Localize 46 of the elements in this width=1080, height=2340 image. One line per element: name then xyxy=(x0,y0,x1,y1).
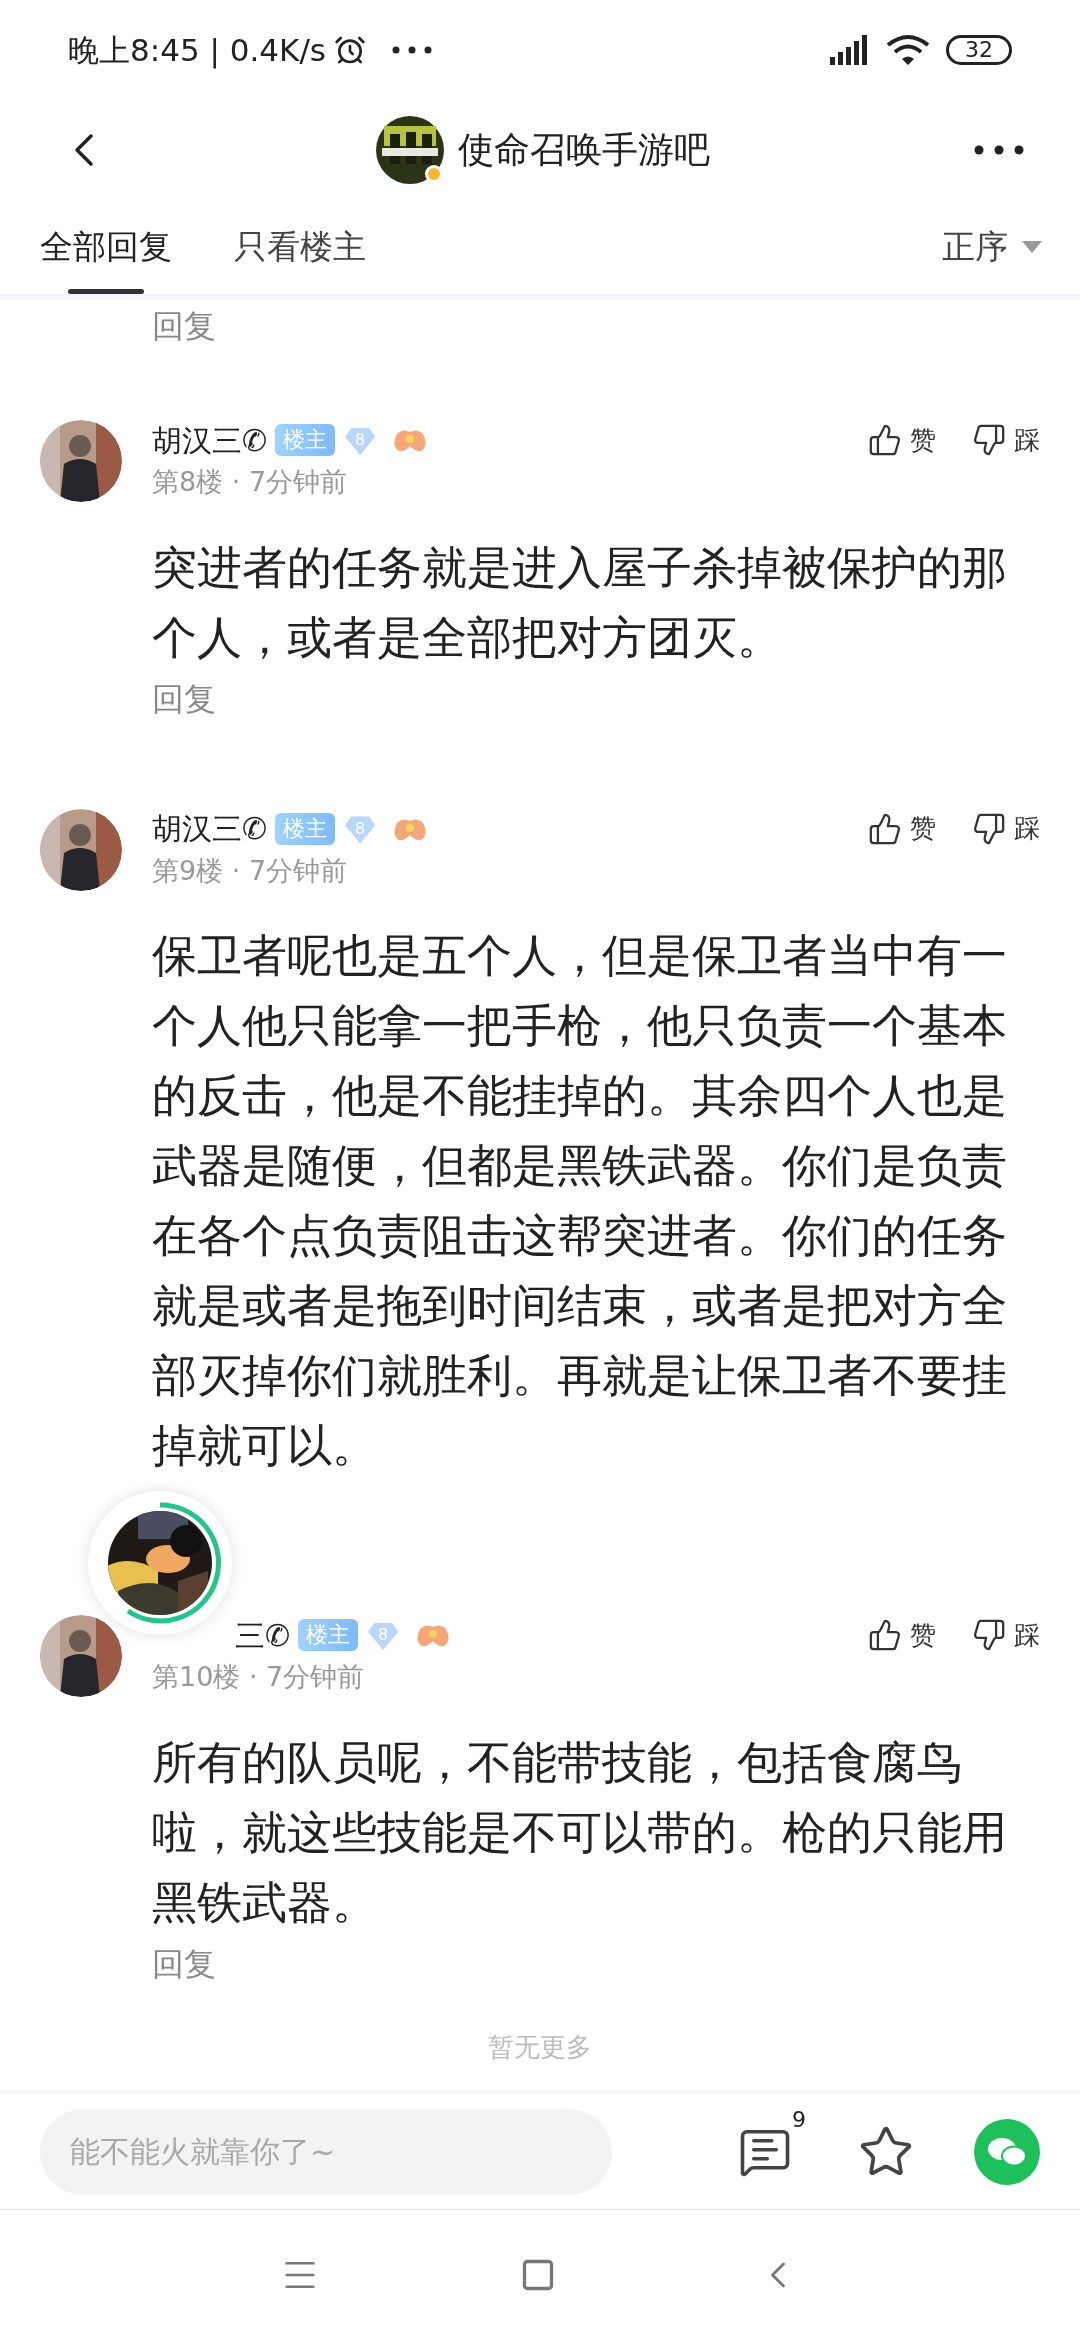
post-content: 保卫者呢也是五个人，但是保卫者当中有一个人他只能拿一把手枪，他只负责一个基本的反击，他是不能挂掉的。其余四个人也是武器是随便，但都是黑铁武器。你们是负责在各个点负责阻击这帮突进者。你们的任务就是或者是拖到时间结束，或者是把对方全部灭掉你们就胜利。再就是让保卫者不要挂掉就可以。 xyxy=(152,928,1008,1474)
post-meta: 第8楼 · 7分钟前 xyxy=(152,465,349,499)
wifi-icon xyxy=(886,33,930,67)
author-tag: 楼主 xyxy=(275,424,336,456)
thumbs-down-icon xyxy=(972,811,1006,846)
post-meta: 第10楼 · 7分钟前 xyxy=(152,1660,366,1694)
thumbs-down-icon xyxy=(972,423,1006,457)
level-badge: 8 xyxy=(345,425,376,455)
thumbs-up-icon xyxy=(868,1618,902,1652)
status-time: 晚上8:45 | 0.4K/s xyxy=(68,30,326,71)
chat-bubbles-icon xyxy=(987,2135,1027,2168)
tab[interactable]: 只看楼主 xyxy=(234,200,366,294)
user-name[interactable]: 胡汉三✆ xyxy=(152,417,268,463)
reply-link[interactable]: 回复 xyxy=(152,1939,216,1988)
post-content: 突进者的任务就是进入屋子杀掉被保护的那个人，或者是全部把对方团灭。 xyxy=(152,539,1008,666)
author-tag: 楼主 xyxy=(298,1619,359,1651)
end-of-list-text: 暂无更多 xyxy=(488,2030,592,2064)
reply-link[interactable]: 回复 xyxy=(152,674,216,723)
caret-icon xyxy=(1022,241,1042,253)
level-badge: 8 xyxy=(368,1620,399,1650)
more-icon[interactable] xyxy=(974,145,1024,155)
forum-logo xyxy=(376,116,444,184)
thumbs-down-icon xyxy=(972,1618,1006,1652)
alarm-icon xyxy=(334,34,366,66)
like-button[interactable]: 赞 xyxy=(868,420,936,460)
tab[interactable]: 全部回复 xyxy=(40,200,172,294)
dislike-button[interactable]: 踩 xyxy=(972,809,1040,848)
battery-indicator: 32 xyxy=(946,35,1012,65)
thumbs-up-icon xyxy=(868,811,902,846)
more-icon xyxy=(392,46,432,54)
dislike-button[interactable]: 踩 xyxy=(972,420,1040,460)
home-icon xyxy=(520,2257,556,2293)
user-name[interactable]: 胡汉三✆ xyxy=(152,806,268,851)
comment-count: 9 xyxy=(792,2105,806,2134)
author-tag: 楼主 xyxy=(275,812,336,845)
reply-link[interactable]: 回复 xyxy=(152,302,216,350)
like-button[interactable]: 赞 xyxy=(868,1615,936,1655)
thumbs-up-icon xyxy=(868,423,902,457)
post-meta: 第9楼 · 7分钟前 xyxy=(152,853,349,888)
sort-dropdown[interactable]: 正序 xyxy=(942,222,1042,272)
post-content: 所有的队员呢，不能带技能，包括食腐鸟啦，就这些技能是不可以带的。枪的只能用黑铁武器。 xyxy=(152,1734,1008,1931)
forum-title: 使命召唤手游吧 xyxy=(458,128,710,172)
comment-field[interactable]: 能不能火就靠你了~ xyxy=(40,2108,612,2195)
dislike-button[interactable]: 踩 xyxy=(972,1615,1040,1655)
signal-icon xyxy=(830,35,870,65)
like-button[interactable]: 赞 xyxy=(868,809,936,848)
